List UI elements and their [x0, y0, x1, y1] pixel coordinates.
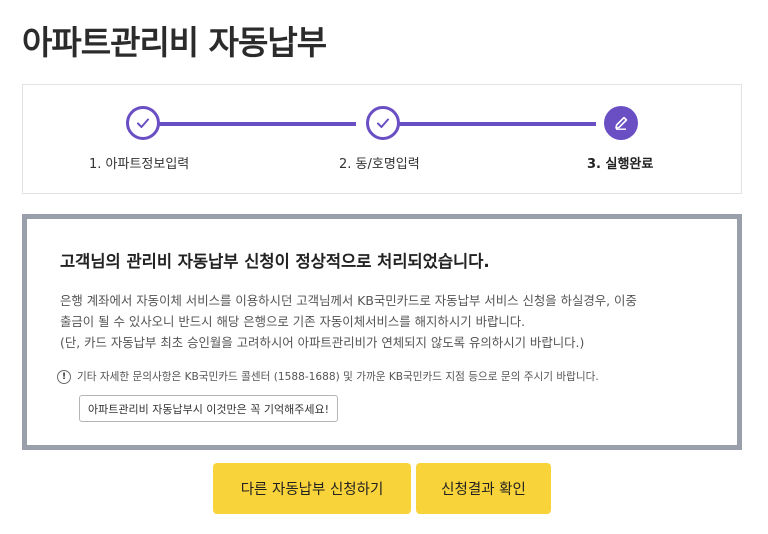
exclamation-icon: ! — [57, 369, 71, 384]
notice-row: ! 기타 자세한 문의사항은 KB국민카드 콜센터 (1588-1688) 및 … — [57, 369, 599, 384]
step-1-check-icon — [126, 106, 160, 140]
result-desc-line-3: (단, 카드 자동납부 최초 승인월을 고려하시어 아파트관리비가 연체되지 않… — [60, 335, 585, 350]
remember-tips-button[interactable]: 아파트관리비 자동납부시 이것만은 꼭 기억해주세요! — [79, 395, 339, 422]
notice-text: 기타 자세한 문의사항은 KB국민카드 콜센터 (1588-1688) 및 가까… — [77, 371, 599, 383]
step-1-label: 1. 아파트정보입력 — [89, 157, 190, 172]
step-2-label: 2. 동/호명입력 — [339, 157, 420, 172]
result-panel: 고객님의 관리비 자동납부 신청이 정상적으로 처리되었습니다. 은행 계좌에서… — [22, 214, 742, 450]
result-description: 은행 계좌에서 자동이체 서비스를 이용하시던 고객님께서 KB국민카드로 자동… — [60, 290, 720, 353]
step-3-pencil-icon — [604, 106, 638, 140]
other-autopay-apply-button[interactable]: 다른 자동납부 신청하기 — [213, 463, 411, 514]
result-desc-line-1: 은행 계좌에서 자동이체 서비스를 이용하시던 고객님께서 KB국민카드로 자동… — [60, 293, 637, 308]
step-2-check-icon — [366, 106, 400, 140]
check-result-button[interactable]: 신청결과 확인 — [416, 463, 551, 514]
result-title: 고객님의 관리비 자동납부 신청이 정상적으로 처리되었습니다. — [60, 252, 490, 271]
result-desc-line-2: 출금이 될 수 있사오니 반드시 해당 은행으로 기존 자동이체서비스를 해지하… — [60, 314, 526, 329]
progress-steps: 1. 아파트정보입력 2. 동/호명입력 3. 실행완료 — [22, 84, 742, 194]
step-connector-2 — [399, 122, 596, 126]
page-title: 아파트관리비 자동납부 — [22, 23, 327, 62]
step-3-label: 3. 실행완료 — [587, 157, 654, 172]
step-connector-1 — [159, 122, 356, 126]
